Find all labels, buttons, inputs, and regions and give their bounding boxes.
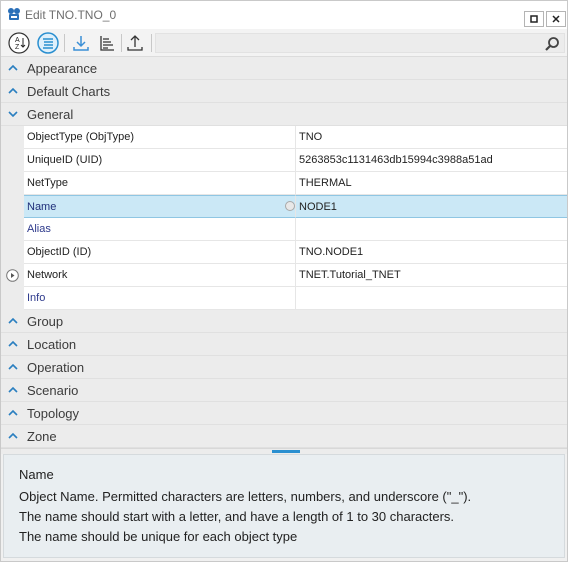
row-gutter (1, 172, 24, 195)
chevron-up-icon[interactable] (7, 407, 19, 419)
upload-icon (127, 35, 143, 51)
category-label: Appearance (27, 61, 98, 76)
property-value[interactable] (296, 218, 567, 241)
row-gutter (1, 287, 24, 310)
category-label: Group (27, 314, 64, 329)
property-name: UniqueID (UID) (24, 149, 296, 172)
title-bar: Edit TNO.TNO_0 (1, 1, 567, 29)
category-label: Operation (27, 360, 85, 375)
property-name: NetType (24, 172, 296, 195)
property-row-objectid[interactable]: ObjectID (ID) TNO.NODE1 (1, 241, 567, 264)
category-group[interactable]: Group (1, 310, 567, 333)
property-name: ObjectID (ID) (24, 241, 296, 264)
category-label: Zone (27, 429, 57, 444)
download-icon (73, 36, 89, 51)
window-title: Edit TNO.TNO_0 (25, 8, 117, 22)
category-general[interactable]: General (1, 103, 567, 126)
property-name: Name (24, 195, 296, 218)
property-name: Alias (24, 218, 296, 241)
description-title: Name (19, 467, 54, 482)
sort-az-icon: A Z (8, 32, 30, 54)
close-icon (552, 15, 560, 23)
property-row-info[interactable]: Info (1, 287, 567, 310)
row-gutter (1, 241, 24, 264)
chevron-up-icon[interactable] (7, 361, 19, 373)
category-zone[interactable]: Zone (1, 425, 567, 448)
app-icon (8, 8, 20, 20)
export-button[interactable] (123, 31, 147, 55)
description-panel: Name Object Name. Permitted characters a… (3, 454, 565, 558)
category-appearance[interactable]: Appearance (1, 57, 567, 80)
restore-button[interactable] (524, 11, 544, 27)
category-label: General (27, 107, 74, 122)
categorized-icon (37, 32, 59, 54)
chevron-up-icon[interactable] (7, 430, 19, 442)
chevron-up-icon[interactable] (7, 384, 19, 396)
property-row-name[interactable]: Name NODE1 (1, 195, 567, 218)
default-value-icon[interactable] (285, 201, 295, 211)
search-icon[interactable] (544, 36, 560, 52)
toolbar: A Z (1, 29, 567, 57)
category-topology[interactable]: Topology (1, 402, 567, 425)
property-value-name[interactable]: NODE1 (296, 195, 567, 218)
chevron-up-icon[interactable] (7, 62, 19, 74)
property-row-objecttype[interactable]: ObjectType (ObjType) TNO (1, 126, 567, 149)
property-value[interactable]: TNET.Tutorial_TNET (296, 264, 567, 287)
chevron-up-icon[interactable] (7, 338, 19, 350)
description-line: The name should start with a letter, and… (19, 509, 455, 524)
category-scenario[interactable]: Scenario (1, 379, 567, 402)
property-row-nettype[interactable]: NetType THERMAL (1, 172, 567, 195)
row-gutter (1, 264, 24, 287)
property-name: Network (24, 264, 296, 287)
edit-window: Edit TNO.TNO_0 A Z Appearance Default Ch… (0, 0, 568, 562)
chevron-up-icon[interactable] (7, 315, 19, 327)
category-label: Topology (27, 406, 80, 421)
category-operation[interactable]: Operation (1, 356, 567, 379)
property-row-network[interactable]: Network TNET.Tutorial_TNET (1, 264, 567, 287)
category-location[interactable]: Location (1, 333, 567, 356)
property-value[interactable] (296, 287, 567, 310)
hierarchy-icon (100, 36, 114, 51)
toolbar-separator (151, 34, 152, 52)
property-value[interactable]: 5263853c1131463db15994c3988a51ad (296, 149, 567, 172)
import-button[interactable] (69, 31, 93, 55)
property-value[interactable]: TNO (296, 126, 567, 149)
property-value[interactable]: TNO.NODE1 (296, 241, 567, 264)
search-input[interactable] (155, 33, 565, 53)
close-button[interactable] (546, 11, 566, 27)
row-gutter (1, 218, 24, 241)
sort-categorized-button[interactable] (36, 31, 60, 55)
category-label: Location (27, 337, 77, 352)
row-gutter (1, 149, 24, 172)
chevron-down-icon[interactable] (7, 108, 19, 120)
property-grid: Appearance Default Charts General Object… (1, 57, 567, 448)
property-name: Info (24, 287, 296, 310)
toolbar-separator (64, 34, 65, 52)
chevron-up-icon[interactable] (7, 85, 19, 97)
category-label: Default Charts (27, 84, 111, 99)
description-line: The name should be unique for each objec… (19, 529, 298, 544)
category-default-charts[interactable]: Default Charts (1, 80, 567, 103)
svg-text:A: A (15, 37, 20, 44)
sort-alphabetical-button[interactable]: A Z (7, 31, 31, 55)
row-gutter (1, 195, 24, 218)
property-row-alias[interactable]: Alias (1, 218, 567, 241)
svg-text:Z: Z (15, 44, 20, 51)
splitter-grip[interactable] (272, 450, 300, 453)
expand-arrow-icon[interactable] (6, 269, 19, 282)
toolbar-separator (121, 34, 122, 52)
category-label: Scenario (27, 383, 79, 398)
property-value[interactable]: THERMAL (296, 172, 567, 195)
property-name: ObjectType (ObjType) (24, 126, 296, 149)
hierarchy-button[interactable] (95, 31, 119, 55)
description-line: Object Name. Permitted characters are le… (19, 489, 472, 504)
restore-icon (530, 15, 538, 23)
property-row-uniqueid[interactable]: UniqueID (UID) 5263853c1131463db15994c39… (1, 149, 567, 172)
row-gutter (1, 126, 24, 149)
